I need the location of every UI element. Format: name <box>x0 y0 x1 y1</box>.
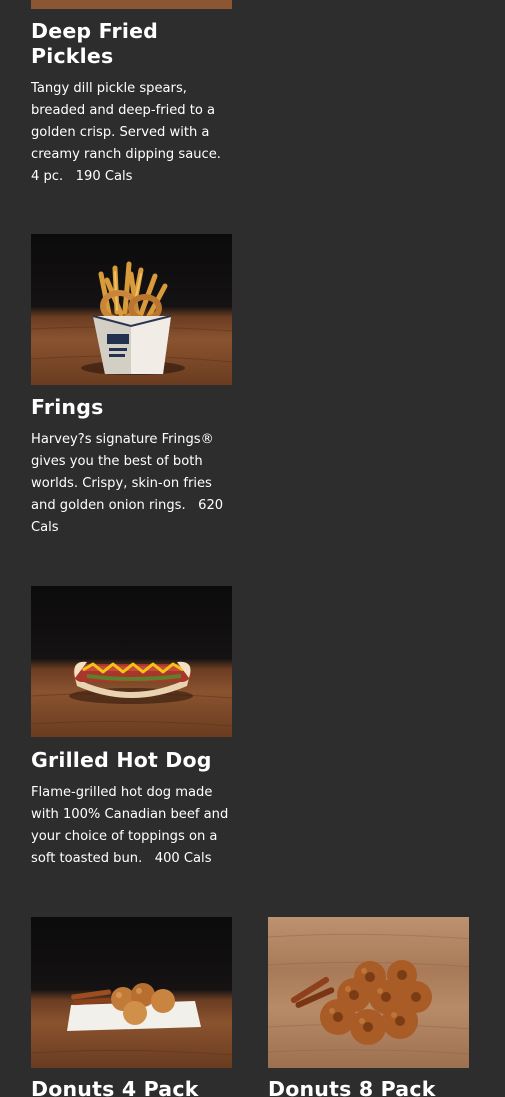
item-description: Harvey?s signature Frings® gives you the… <box>31 429 233 539</box>
frings-photo <box>31 261 232 375</box>
item-title[interactable]: Deep Fried Pickles <box>31 19 211 69</box>
item-calories: 190 Cals <box>75 168 133 184</box>
donuts-4-pack-photo <box>31 983 232 1056</box>
deep-fried-pickles-photo <box>31 0 232 9</box>
item-title[interactable]: Frings <box>31 395 233 420</box>
item-calories: 400 Cals <box>154 850 212 866</box>
item-description: Flame-grilled hot dog made with 100% Can… <box>31 782 233 870</box>
grilled-hot-dog-image[interactable] <box>31 586 232 737</box>
donuts-8-pack-photo <box>268 933 469 1055</box>
frings-image[interactable] <box>31 234 232 385</box>
item-title[interactable]: Donuts 8 Pack <box>268 1077 470 1097</box>
deep-fried-pickles-image[interactable] <box>31 0 232 9</box>
item-description-text: Harvey?s signature Frings® gives you the… <box>31 432 214 513</box>
item-title[interactable]: Grilled Hot Dog <box>31 748 241 773</box>
donuts-8-pack-image[interactable] <box>268 917 469 1068</box>
grilled-hot-dog-photo <box>31 661 232 727</box>
item-title[interactable]: Donuts 4 Pack <box>31 1077 233 1097</box>
donuts-4-pack-image[interactable] <box>31 917 232 1068</box>
item-description: Tangy dill pickle spears, breaded and de… <box>31 78 233 188</box>
